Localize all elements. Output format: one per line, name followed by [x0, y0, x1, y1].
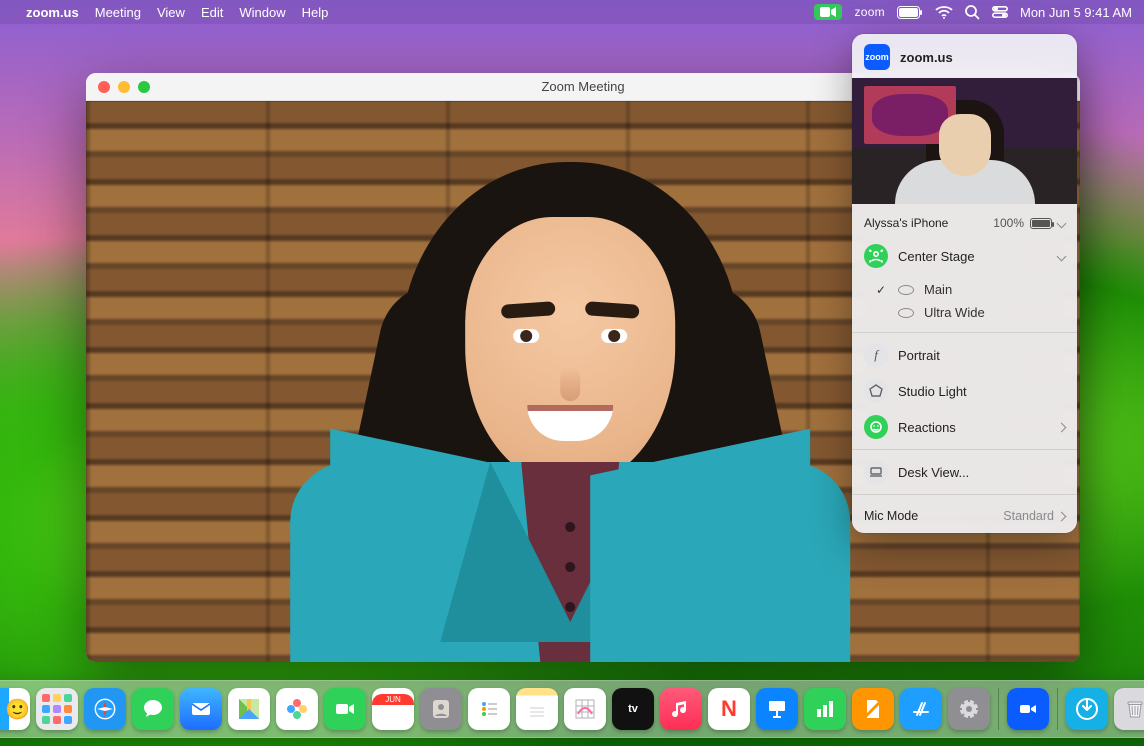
- zoom-app-icon: zoom: [864, 44, 890, 70]
- menu-item-view[interactable]: View: [157, 5, 185, 20]
- camera-device-name: Alyssa's iPhone: [864, 216, 948, 230]
- device-disclosure-icon[interactable]: [1057, 218, 1067, 228]
- dock-app-reminders[interactable]: [468, 688, 510, 730]
- menu-app-name[interactable]: zoom.us: [26, 5, 79, 20]
- dock-app-contacts[interactable]: [420, 688, 462, 730]
- dock-app-messages[interactable]: [132, 688, 174, 730]
- dock-app-notes[interactable]: [516, 688, 558, 730]
- mic-mode-value: Standard: [1003, 509, 1054, 523]
- dock-app-tv[interactable]: tv: [612, 688, 654, 730]
- camera-active-indicator[interactable]: [814, 4, 842, 20]
- video-effects-panel: zoom zoom.us Alyssa's iPhone 100% Center…: [852, 34, 1077, 533]
- portrait-icon: f: [864, 343, 888, 367]
- center-stage-options: ✓ Main Ultra Wide: [852, 274, 1077, 328]
- dock-app-settings[interactable]: [948, 688, 990, 730]
- chevron-right-icon: [1057, 422, 1067, 432]
- option-label: Ultra Wide: [924, 305, 985, 320]
- panel-app-header: zoom zoom.us: [852, 34, 1077, 78]
- menubar-datetime[interactable]: Mon Jun 5 9:41 AM: [1020, 5, 1132, 20]
- mic-mode-label: Mic Mode: [864, 509, 918, 523]
- desk-view-row[interactable]: Desk View...: [852, 454, 1077, 490]
- reactions-row[interactable]: Reactions: [852, 409, 1077, 445]
- dock-app-facetime[interactable]: [324, 688, 366, 730]
- center-stage-option-ultrawide[interactable]: Ultra Wide: [874, 301, 1065, 324]
- camera-preview-thumbnail: [852, 78, 1077, 204]
- desk-view-icon: [864, 460, 888, 484]
- wifi-status-icon[interactable]: [935, 6, 953, 19]
- dock-divider: [1057, 688, 1058, 730]
- dock-app-keynote[interactable]: [756, 688, 798, 730]
- panel-app-name: zoom.us: [900, 50, 953, 65]
- chevron-right-icon: [1057, 511, 1067, 521]
- dock-app-finder[interactable]: 🙂: [0, 688, 30, 730]
- dock-downloads-stack[interactable]: [1066, 688, 1108, 730]
- reactions-label: Reactions: [898, 420, 956, 435]
- dock-app-pages[interactable]: [852, 688, 894, 730]
- video-camera-icon: [820, 6, 836, 18]
- option-label: Main: [924, 282, 952, 297]
- dock-app-numbers[interactable]: [804, 688, 846, 730]
- main-participant-video: [250, 122, 890, 662]
- dock-app-calendar[interactable]: JUN 5: [372, 688, 414, 730]
- battery-icon: [1030, 218, 1052, 229]
- menu-item-meeting[interactable]: Meeting: [95, 5, 141, 20]
- dock-app-music[interactable]: [660, 688, 702, 730]
- spotlight-search-icon[interactable]: [965, 5, 980, 20]
- studio-light-row[interactable]: Studio Light: [852, 373, 1077, 409]
- chevron-down-icon: [1057, 251, 1067, 261]
- desk-view-label: Desk View...: [898, 465, 969, 480]
- dock-app-freeform[interactable]: [564, 688, 606, 730]
- center-stage-option-main[interactable]: ✓ Main: [874, 278, 1065, 301]
- reactions-icon: [864, 415, 888, 439]
- menu-item-window[interactable]: Window: [239, 5, 285, 20]
- mic-mode-row[interactable]: Mic Mode Standard: [852, 499, 1077, 533]
- menu-item-edit[interactable]: Edit: [201, 5, 223, 20]
- menu-item-help[interactable]: Help: [302, 5, 329, 20]
- dock-app-appstore[interactable]: [900, 688, 942, 730]
- menu-bar: zoom.us Meeting View Edit Window Help zo…: [0, 0, 1144, 24]
- studio-light-icon: [864, 379, 888, 403]
- studio-light-label: Studio Light: [898, 384, 967, 399]
- control-center-icon[interactable]: [992, 6, 1008, 18]
- dock-app-maps[interactable]: [228, 688, 270, 730]
- dock-app-news[interactable]: N: [708, 688, 750, 730]
- dock: 🙂 JUN 5 tv N: [0, 680, 1144, 738]
- dock-app-launchpad[interactable]: [36, 688, 78, 730]
- lens-icon: [898, 285, 914, 295]
- center-stage-row[interactable]: Center Stage: [852, 238, 1077, 274]
- dock-app-mail[interactable]: [180, 688, 222, 730]
- dock-app-photos[interactable]: [276, 688, 318, 730]
- camera-device-row: Alyssa's iPhone 100%: [852, 212, 1077, 238]
- center-stage-icon: [864, 244, 888, 268]
- checkmark-icon: ✓: [874, 283, 888, 297]
- battery-status-icon[interactable]: [897, 6, 923, 19]
- portrait-label: Portrait: [898, 348, 940, 363]
- device-battery-percent: 100%: [993, 216, 1024, 230]
- lens-icon: [898, 308, 914, 318]
- dock-trash[interactable]: [1114, 688, 1144, 730]
- dock-divider: [998, 688, 999, 730]
- portrait-row[interactable]: f Portrait: [852, 337, 1077, 373]
- menubar-zoom-label[interactable]: zoom: [854, 5, 885, 19]
- dock-app-zoom[interactable]: [1007, 688, 1049, 730]
- center-stage-label: Center Stage: [898, 249, 975, 264]
- dock-app-safari[interactable]: [84, 688, 126, 730]
- calendar-day-label: 5: [388, 705, 399, 724]
